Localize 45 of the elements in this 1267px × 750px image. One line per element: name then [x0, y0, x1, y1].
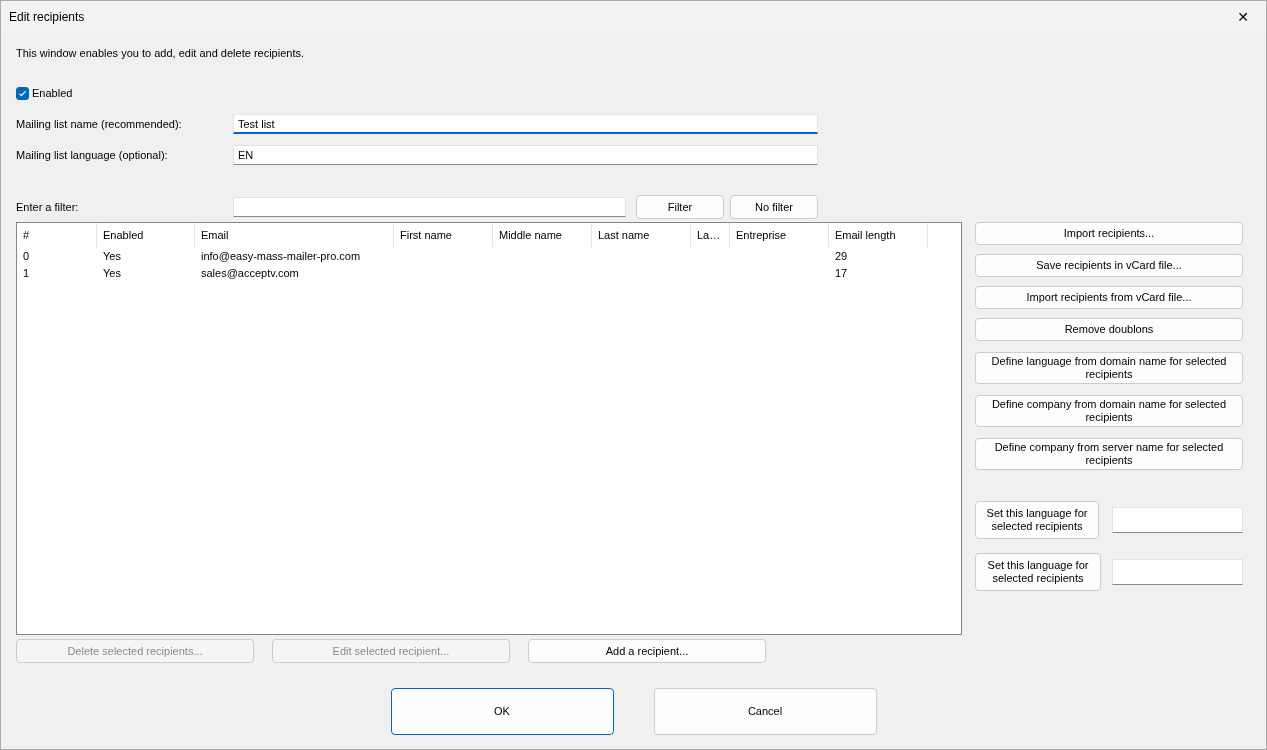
column-header[interactable]: Email length [829, 223, 928, 247]
action-button[interactable]: Import recipients... [975, 222, 1243, 245]
table-cell-text: Yes [102, 249, 122, 262]
table-cell-text: Yes [102, 266, 122, 279]
column-header[interactable]: Entreprise [730, 223, 829, 247]
filter-label: Enter a filter: [16, 201, 80, 213]
dialog-button[interactable]: Cancel [653, 688, 877, 735]
action-button[interactable]: Define language from domain name for selected recipients [975, 352, 1243, 384]
window-title: Edit recipients [9, 10, 85, 24]
table-cell-text: 29 [834, 249, 849, 262]
enabled-checkbox[interactable] [16, 86, 29, 100]
dialog-button[interactable]: OK [390, 688, 614, 735]
column-header[interactable]: Middle name [493, 223, 592, 247]
column-header[interactable]: Enabled [97, 223, 195, 247]
field-label: Mailing list name (recommended): [16, 118, 183, 130]
table-cell-text: 17 [834, 266, 849, 279]
no-filter-button[interactable]: No filter [730, 195, 818, 219]
close-button[interactable]: ✕ [1220, 1, 1266, 33]
column-header[interactable]: # [17, 223, 97, 247]
set-language-button[interactable]: Set this language for selected recipients [975, 553, 1101, 591]
column-header[interactable]: Email [195, 223, 394, 247]
action-button[interactable]: Save recipients in vCard file... [975, 254, 1243, 277]
action-button[interactable]: Remove doublons [975, 318, 1243, 341]
table-cell-text: sales@acceptv.com [200, 266, 300, 279]
text-field[interactable]: EN [233, 145, 818, 165]
action-button[interactable]: Define company from domain name for selected recipients [975, 395, 1243, 427]
filter-button[interactable]: Filter [636, 195, 724, 219]
language-field[interactable] [1112, 507, 1243, 533]
action-button[interactable]: Add a recipient... [528, 639, 766, 663]
filter-field[interactable] [233, 197, 626, 217]
description-text: This window enables you to add, edit and delete recipients. [16, 47, 305, 61]
action-button[interactable]: Import recipients from vCard file... [975, 286, 1243, 309]
check-icon [18, 88, 27, 98]
column-header[interactable]: Last name [592, 223, 691, 247]
column-header[interactable]: La… [691, 223, 730, 247]
table-cell-text: 0 [22, 249, 31, 262]
column-header[interactable]: First name [394, 223, 493, 247]
language-field[interactable] [1112, 559, 1243, 585]
field-label: Mailing list language (optional): [16, 149, 169, 161]
table-cell-text: info@easy-mass-mailer-pro.com [200, 249, 362, 262]
action-button[interactable]: Define company from server name for selected recipients [975, 438, 1243, 470]
table-cell-text: 1 [22, 266, 31, 279]
checkbox-label: Enabled [32, 87, 73, 99]
text-field[interactable]: Test list [233, 114, 818, 134]
set-language-button[interactable]: Set this language for selected recipients [975, 501, 1099, 539]
